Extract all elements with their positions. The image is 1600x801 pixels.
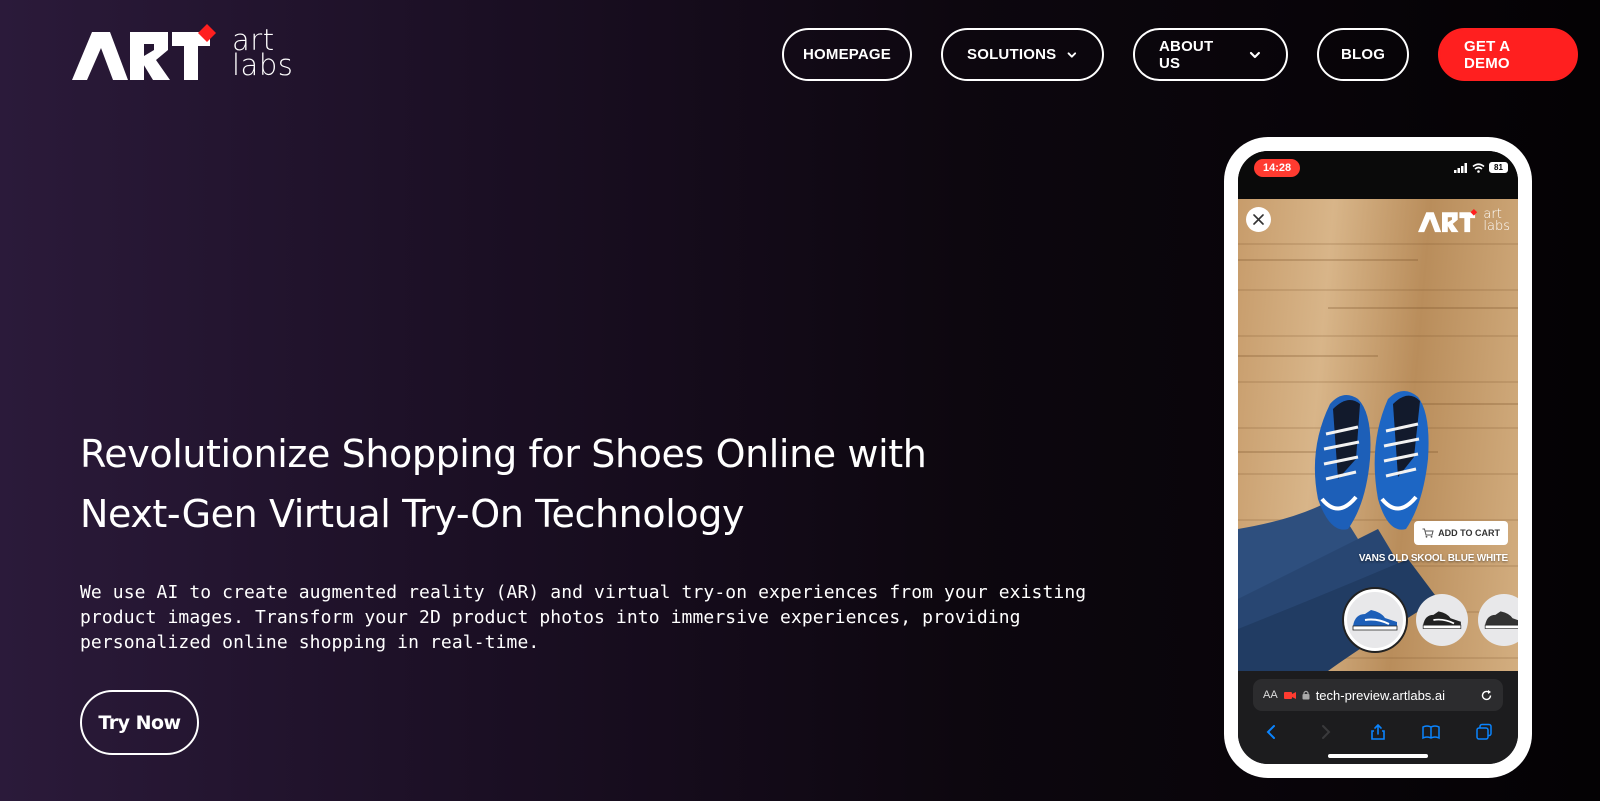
art-wordmark-logo — [1418, 209, 1478, 233]
ar-logo-text: art labs — [1483, 207, 1510, 234]
try-now-button[interactable]: Try Now — [80, 690, 199, 755]
safari-toolbar: AA tech-preview.artlabs.ai — [1238, 671, 1518, 764]
nav-homepage-button[interactable]: HOMEPAGE — [782, 28, 912, 81]
status-time: 14:28 — [1254, 159, 1301, 177]
chevron-down-icon — [1250, 51, 1261, 58]
phone-mockup: 14:28 81 art labs ADD TO CART VANS OLD S… — [1224, 137, 1532, 778]
address-bar[interactable]: AA tech-preview.artlabs.ai — [1253, 679, 1503, 711]
nav-solutions-button[interactable]: SOLUTIONS — [941, 28, 1104, 81]
hero-title-line-2: Next-Gen Virtual Try-On Technology — [80, 492, 745, 536]
add-to-cart-button[interactable]: ADD TO CART — [1414, 521, 1508, 545]
product-name: VANS OLD SKOOL BLUE WHITE — [1358, 553, 1508, 564]
browser-nav-icons — [1246, 719, 1510, 745]
add-to-cart-label: ADD TO CART — [1438, 528, 1500, 538]
nav-about-label: ABOUT US — [1159, 37, 1214, 72]
sneaker-icon — [1422, 611, 1462, 629]
status-icons: 81 — [1454, 162, 1508, 173]
shoe-thumbnail-selected[interactable] — [1344, 589, 1406, 651]
battery-icon: 81 — [1489, 162, 1508, 173]
art-wordmark-logo — [72, 24, 216, 80]
home-indicator — [1328, 754, 1428, 758]
tabs-icon[interactable] — [1475, 723, 1493, 741]
chevron-down-icon — [1067, 51, 1077, 58]
shoe-thumbnail[interactable] — [1416, 594, 1468, 646]
close-ar-button[interactable] — [1246, 207, 1271, 232]
close-icon — [1253, 214, 1264, 225]
brand-logo[interactable]: art labs — [72, 24, 302, 86]
book-icon[interactable] — [1422, 723, 1440, 741]
get-a-demo-label: GET A DEMO — [1464, 37, 1510, 72]
hero-title-line-1: Revolutionize Shopping for Shoes Online … — [80, 432, 927, 476]
hero-title: Revolutionize Shopping for Shoes Online … — [80, 424, 1040, 544]
signal-icon — [1454, 162, 1467, 173]
camera-record-icon — [1283, 691, 1296, 699]
ar-brand-logo: art labs — [1418, 207, 1510, 234]
hero-description: We use AI to create augmented reality (A… — [80, 582, 1087, 653]
shoe-selector — [1344, 589, 1518, 651]
status-bar: 14:28 81 — [1238, 151, 1518, 199]
wifi-icon — [1472, 162, 1485, 173]
nav-homepage-label: HOMEPAGE — [803, 46, 891, 63]
get-a-demo-button[interactable]: GET A DEMO — [1438, 28, 1578, 81]
forward-icon[interactable] — [1316, 723, 1334, 741]
phone-screen: 14:28 81 art labs ADD TO CART VANS OLD S… — [1238, 151, 1518, 764]
nav-solutions-label: SOLUTIONS — [967, 46, 1057, 63]
nav-about-button[interactable]: ABOUT US — [1133, 28, 1288, 81]
reload-icon[interactable] — [1480, 689, 1493, 702]
nav-blog-label: BLOG — [1340, 46, 1386, 63]
logo-text: art labs — [232, 23, 294, 82]
sneaker-icon — [1352, 610, 1398, 631]
reader-aa-button[interactable]: AA — [1263, 689, 1278, 701]
nav-blog-button[interactable]: BLOG — [1317, 28, 1409, 81]
url-text: tech-preview.artlabs.ai — [1315, 687, 1446, 703]
back-icon[interactable] — [1263, 723, 1281, 741]
sneaker-icon — [1484, 611, 1518, 629]
ar-camera-view: art labs ADD TO CART VANS OLD SKOOL BLUE… — [1238, 199, 1518, 671]
shoe-thumbnail[interactable] — [1478, 594, 1518, 646]
main-nav: HOMEPAGE SOLUTIONS ABOUT US BLOG GET A D… — [782, 28, 1578, 82]
lock-icon — [1302, 690, 1310, 700]
cart-icon — [1422, 528, 1434, 538]
share-icon[interactable] — [1369, 723, 1387, 741]
